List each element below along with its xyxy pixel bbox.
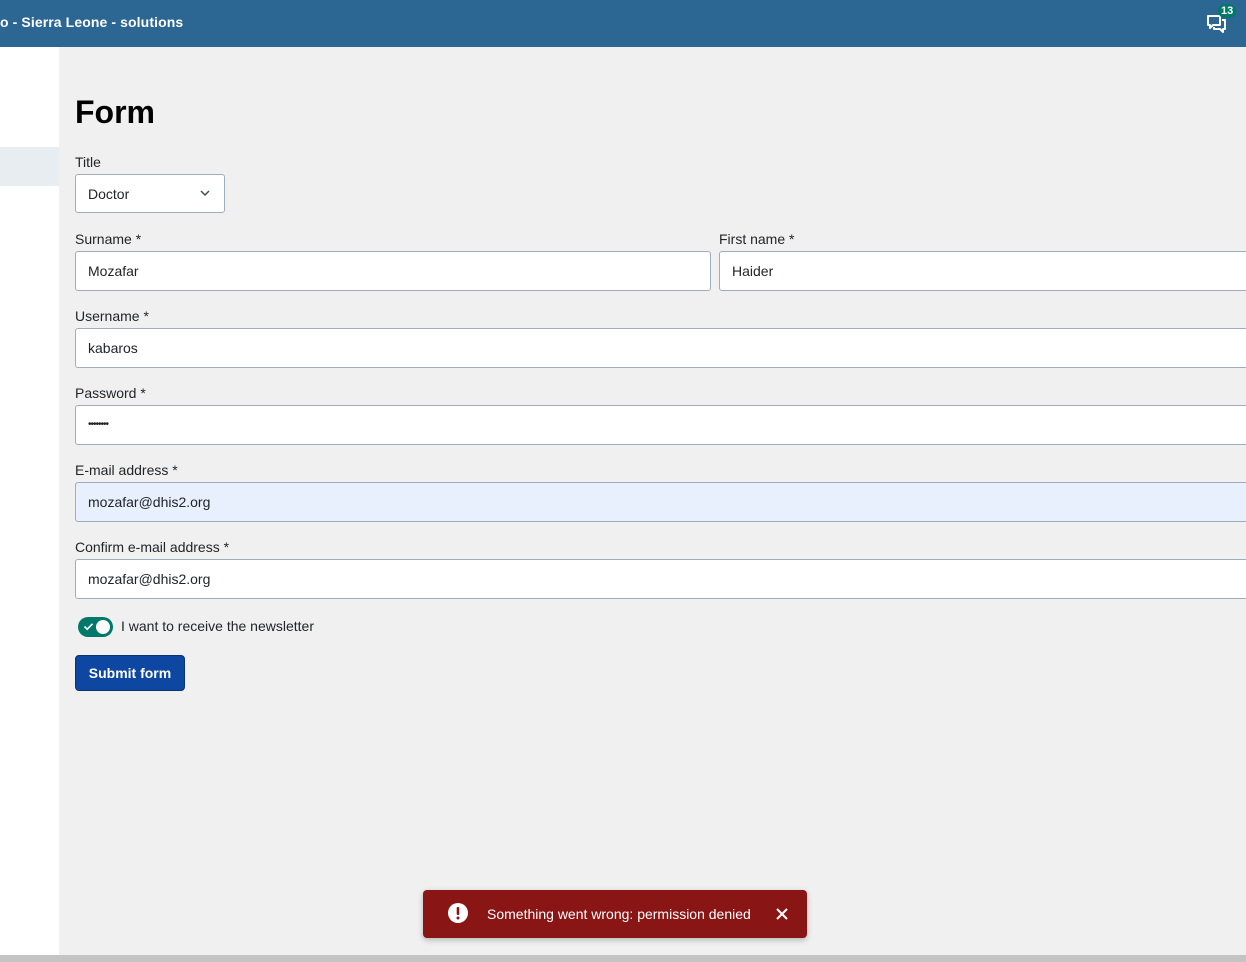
header-bar: o - Sierra Leone - solutions 13 [0, 0, 1246, 47]
close-icon[interactable] [775, 907, 789, 921]
confirm-email-label: Confirm e-mail address * [75, 539, 230, 555]
first-name-input[interactable]: Haider [719, 251, 1246, 291]
email-label: E-mail address * [75, 462, 178, 478]
messages-button[interactable]: 13 [1204, 4, 1237, 36]
confirm-email-value: mozafar@dhis2.org [88, 571, 211, 587]
first-name-value: Haider [732, 263, 774, 279]
username-value: kabaros [88, 340, 138, 356]
alert-message: Something went wrong: permission denied [487, 906, 751, 922]
chevron-down-icon [200, 190, 210, 197]
confirm-email-input[interactable]: mozafar@dhis2.org [75, 559, 1246, 599]
sidebar-item-active[interactable] [0, 147, 59, 186]
first-name-label: First name * [719, 231, 795, 247]
password-input[interactable]: •••••••• [75, 405, 1246, 445]
title-select[interactable]: Doctor [75, 174, 225, 213]
email-value: mozafar@dhis2.org [88, 494, 211, 510]
newsletter-toggle[interactable] [78, 617, 113, 637]
error-alert-bar: Something went wrong: permission denied [423, 890, 807, 938]
page-title: Form [75, 94, 155, 130]
check-icon [83, 623, 94, 631]
surname-input[interactable]: Mozafar [75, 251, 711, 291]
surname-value: Mozafar [88, 263, 139, 279]
surname-label: Surname * [75, 231, 142, 247]
error-icon [448, 903, 468, 923]
email-input[interactable]: mozafar@dhis2.org [75, 482, 1246, 522]
app-title: o - Sierra Leone - solutions [0, 14, 184, 30]
submit-button[interactable]: Submit form [75, 655, 185, 691]
username-input[interactable]: kabaros [75, 328, 1246, 368]
username-label: Username * [75, 308, 149, 324]
toggle-knob [96, 620, 110, 634]
password-value: •••••••• [88, 419, 109, 430]
title-select-value: Doctor [88, 186, 130, 202]
messages-badge: 13 [1218, 4, 1237, 18]
password-label: Password * [75, 385, 146, 401]
sidebar [0, 47, 59, 955]
newsletter-label: I want to receive the newsletter [121, 618, 314, 634]
horizontal-scrollbar[interactable] [0, 955, 1246, 962]
title-label: Title [75, 154, 101, 170]
